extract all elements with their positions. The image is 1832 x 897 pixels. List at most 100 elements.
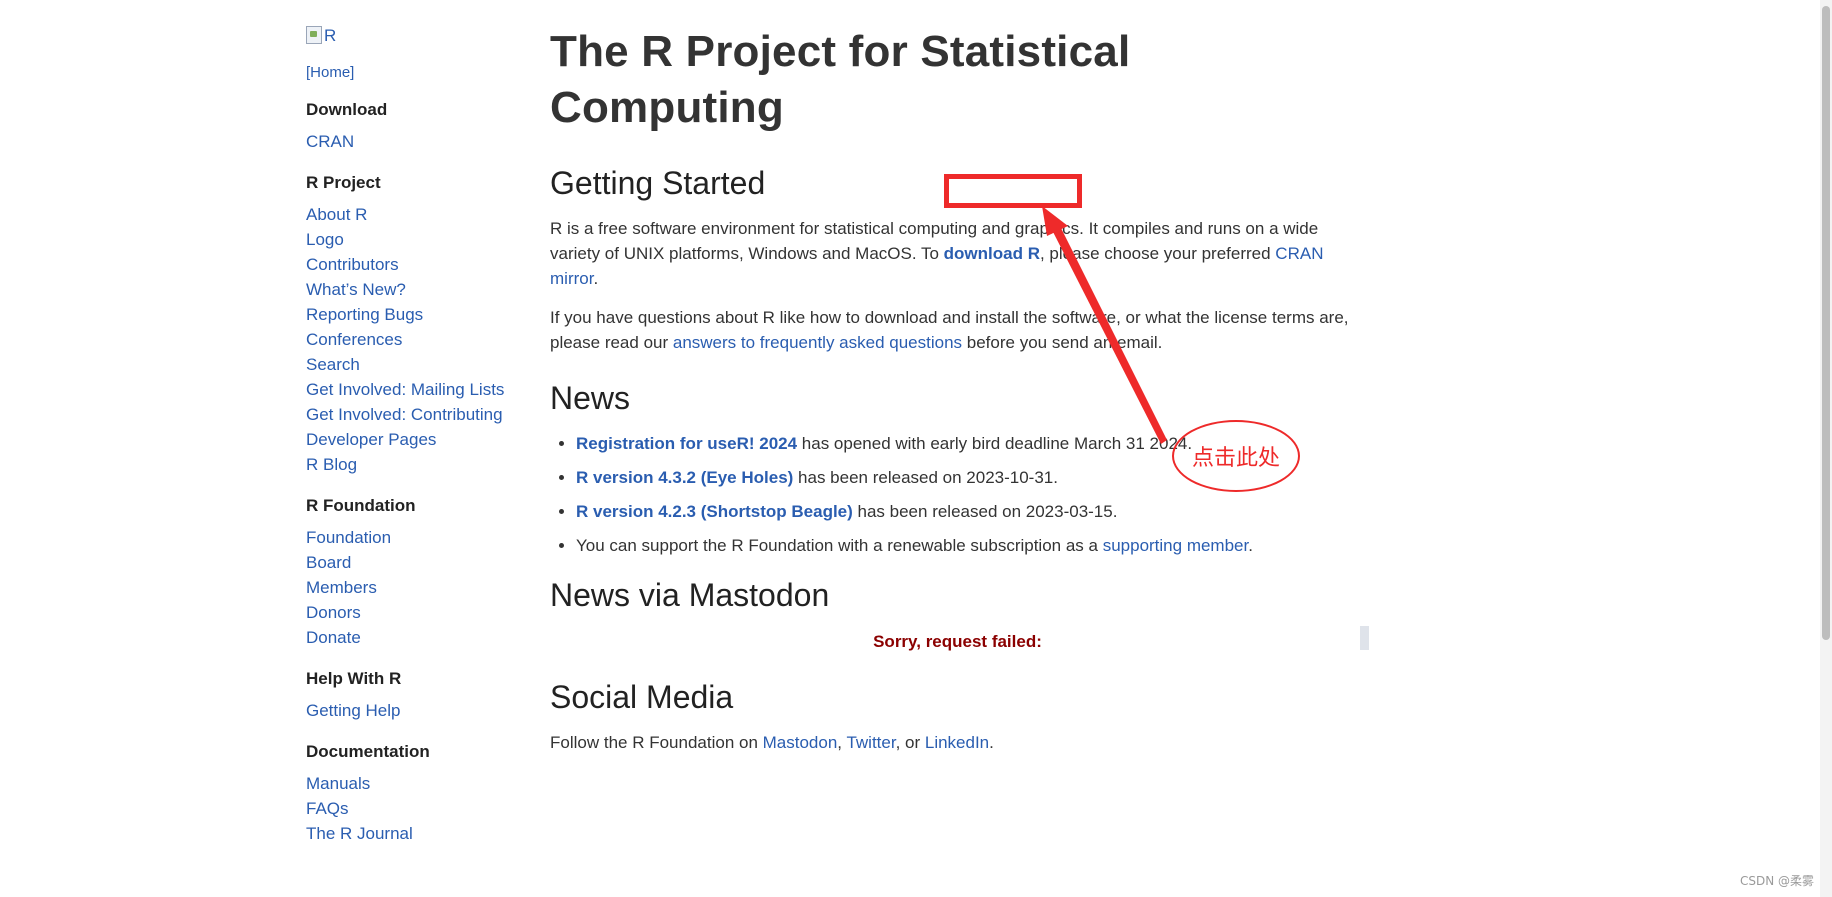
news-item-link[interactable]: R version 4.2.3 (Shortstop Beagle) [576,502,853,521]
sidebar-list-item: Board [306,550,526,575]
getting-started-paragraph-2: If you have questions about R like how t… [550,305,1365,355]
sidebar-list: Getting Help [306,698,526,723]
sidebar-list-item: Search [306,352,526,377]
news-item-text: You can support the R Foundation with a … [576,536,1103,555]
sidebar: R [Home] Download CRAN R Project About R Log… [306,26,526,846]
sidebar-list-item: The R Journal [306,821,526,846]
sidebar-link[interactable]: FAQs [306,799,349,818]
annotation-highlight-box [944,174,1082,208]
sidebar-heading: Documentation [306,742,430,761]
sidebar-section: Documentation Manuals FAQs The R Journal [306,741,526,846]
scrollbar-thumb[interactable] [1822,6,1830,640]
sidebar-link[interactable]: Get Involved: Contributing [306,405,503,424]
page-title: The R Project for Statistical Computing [550,27,1131,132]
sidebar-list-item: Developer Pages [306,427,526,452]
sidebar-list-item: About R [306,202,526,227]
sidebar-heading: R Foundation [306,496,416,515]
main-content: The R Project for Statistical Computing … [550,20,1369,769]
sidebar-link[interactable]: Manuals [306,774,370,793]
sidebar-link[interactable]: What’s New? [306,280,406,299]
sidebar-list-item: Get Involved: Mailing Lists [306,377,526,402]
news-item: You can support the R Foundation with a … [576,533,1365,558]
sidebar-section: Download CRAN [306,99,526,154]
news-item-text: has been released on 2023-10-31. [793,468,1058,487]
news-item-link[interactable]: Registration for useR! 2024 [576,434,797,453]
sidebar-link[interactable]: Contributors [306,255,399,274]
sidebar-list-item: Donate [306,625,526,650]
faq-link[interactable]: answers to frequently asked questions [673,333,962,352]
sidebar-list-item: What’s New? [306,277,526,302]
paragraph-text: . [593,269,599,288]
sidebar-section: Help With R Getting Help [306,668,526,723]
sidebar-list-item: Get Involved: Contributing [306,402,526,427]
sidebar-heading: R Project [306,173,381,192]
sidebar-list-item: Getting Help [306,698,526,723]
sidebar-list-item: Donors [306,600,526,625]
sidebar-link[interactable]: Members [306,578,377,597]
sidebar-link[interactable]: Foundation [306,528,391,547]
twitter-link[interactable]: Twitter [846,733,895,752]
sidebar-link[interactable]: About R [306,205,367,224]
news-heading: News [550,380,631,416]
separator: , or [895,733,925,752]
embed-scrollbar[interactable] [1360,626,1369,650]
sidebar-list-item: Manuals [306,771,526,796]
sidebar-list: Foundation Board Members Donors Donate [306,525,526,650]
page-scrollbar[interactable] [1820,0,1832,897]
sidebar-link[interactable]: CRAN [306,132,354,151]
sidebar-link[interactable]: Donate [306,628,361,647]
sidebar-heading: Download [306,100,388,119]
sidebar-link[interactable]: R Blog [306,455,357,474]
sidebar-link[interactable]: Conferences [306,330,402,349]
sidebar-list-item: Contributors [306,252,526,277]
watermark: CSDN @柔雾 [1739,874,1814,888]
sidebar-list: About R Logo Contributors What’s New? Report… [306,202,526,477]
news-item-text: . [1248,536,1253,555]
sidebar-link[interactable]: The R Journal [306,824,413,843]
download-r-link[interactable]: download R [944,244,1040,263]
sidebar-list-item: Logo [306,227,526,252]
sidebar-section: R Foundation Foundation Board Members Donors… [306,495,526,650]
sidebar-link[interactable]: Get Involved: Mailing Lists [306,380,504,399]
sidebar-link[interactable]: Board [306,553,351,572]
linkedin-link[interactable]: LinkedIn [925,733,989,752]
sidebar-list-item: Members [306,575,526,600]
news-item-link[interactable]: R version 4.3.2 (Eye Holes) [576,468,793,487]
annotation-label: 点击此处 [1191,446,1280,471]
sidebar-list-item: Conferences [306,327,526,352]
sidebar-link[interactable]: Getting Help [306,701,401,720]
mastodon-link[interactable]: Mastodon [763,733,838,752]
sidebar-link[interactable]: Search [306,355,360,374]
news-item-text: has opened with early bird deadline Marc… [797,434,1193,453]
sidebar-list-item: Reporting Bugs [306,302,526,327]
browser-viewport: R [Home] Download CRAN R Project About R Log… [0,0,1832,897]
sidebar-list-item: R Blog [306,452,526,477]
annotation-callout: 点击此处 [1172,420,1300,492]
sidebar-link[interactable]: Reporting Bugs [306,305,423,324]
sidebar-list-item: CRAN [306,129,526,154]
broken-image-icon [306,26,322,44]
home-link[interactable]: [Home] [306,64,526,81]
paragraph-text: , please choose your preferred [1039,244,1276,263]
sidebar-list-item: FAQs [306,796,526,821]
news-item: R version 4.2.3 (Shortstop Beagle) has b… [576,499,1365,524]
social-media-paragraph: Follow the R Foundation on Mastodon, Twi… [550,730,1365,755]
sidebar-link[interactable]: Developer Pages [306,430,436,449]
social-media-heading: Social Media [550,679,734,715]
mastodon-section: News via Mastodon Sorry, request failed: [550,576,1369,652]
sidebar-sections: Download CRAN R Project About R Logo Contribu… [306,99,526,846]
paragraph-text: Follow the R Foundation on [550,733,763,752]
sidebar-list: CRAN [306,129,526,154]
supporting-member-link[interactable]: supporting member [1103,536,1249,555]
r-logo[interactable]: R [306,26,336,50]
sidebar-section: R Project About R Logo Contributors What’s N… [306,172,526,477]
sidebar-link[interactable]: Logo [306,230,344,249]
r-logo-alt-text: R [324,26,337,45]
sidebar-list-item: Foundation [306,525,526,550]
paragraph-text: before you send an email. [962,333,1163,352]
mastodon-heading: News via Mastodon [550,577,830,613]
sidebar-link[interactable]: Donors [306,603,361,622]
separator: . [989,733,994,752]
getting-started-paragraph-1: R is a free software environment for sta… [550,216,1365,291]
sidebar-list: Manuals FAQs The R Journal [306,771,526,846]
